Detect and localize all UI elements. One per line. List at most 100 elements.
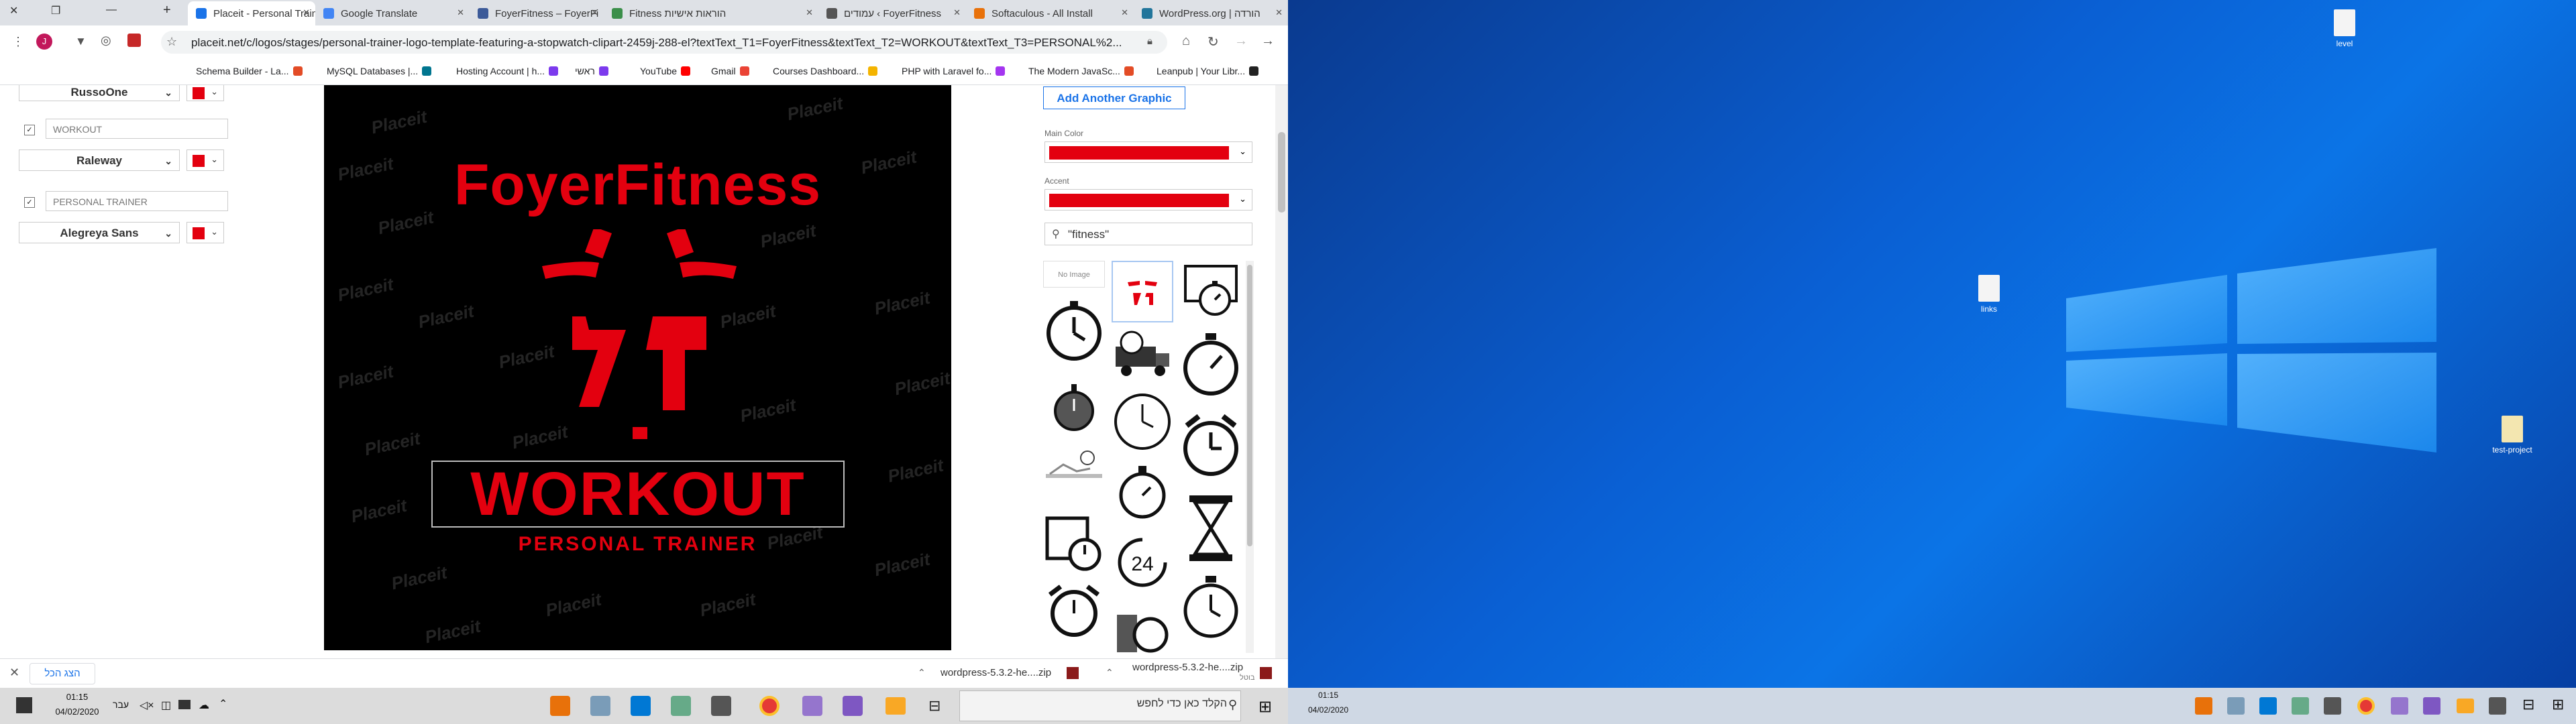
graphic-option[interactable] bbox=[1180, 410, 1242, 483]
page-scroll-thumb[interactable] bbox=[1278, 132, 1285, 213]
tab-fitness-instructions[interactable]: Fitness הוראות אישיות ✕ bbox=[604, 1, 818, 25]
grid-scrollbar[interactable] bbox=[1246, 261, 1254, 653]
onedrive-icon[interactable]: ☁ bbox=[199, 699, 209, 712]
profile-avatar[interactable]: J bbox=[36, 34, 52, 50]
graphic-option[interactable] bbox=[1043, 296, 1105, 361]
taskbar-app-icon[interactable] bbox=[2292, 697, 2309, 715]
color-select[interactable]: ⌄ bbox=[186, 222, 224, 243]
tab-pages[interactable]: עמודים ‹ FoyerFitness ✕ bbox=[818, 1, 966, 25]
url-text[interactable]: placeit.net/c/logos/stages/personal-trai… bbox=[191, 36, 1122, 50]
vscode-icon[interactable] bbox=[631, 696, 651, 716]
clock-time[interactable]: 01:15 bbox=[47, 692, 107, 702]
graphic-option[interactable] bbox=[1180, 491, 1242, 565]
taskbar-app-icon[interactable] bbox=[2227, 697, 2245, 715]
tab-google-translate[interactable]: Google Translate ✕ bbox=[315, 1, 470, 25]
taskbar-search-input[interactable]: הקלד כאן כדי לחפש ⚲ bbox=[959, 690, 1241, 721]
filter-extension-icon[interactable]: ▼ bbox=[75, 35, 87, 48]
close-tab-icon[interactable]: ✕ bbox=[303, 7, 310, 18]
close-tab-icon[interactable]: ✕ bbox=[457, 7, 464, 18]
bookmark-item[interactable]: PHP with Laravel fo... bbox=[902, 66, 1006, 76]
taskbar-app-icon[interactable] bbox=[2391, 697, 2408, 715]
bookmark-item[interactable]: YouTube bbox=[640, 66, 691, 76]
close-window-icon[interactable]: ✕ bbox=[9, 4, 18, 17]
tab-foyerfitness[interactable]: FoyerFitness – FoyerFi ✕ bbox=[470, 1, 604, 25]
graphic-option[interactable] bbox=[1112, 391, 1173, 452]
graphic-option[interactable] bbox=[1043, 511, 1105, 573]
taskbar-app-icon[interactable] bbox=[671, 696, 691, 716]
taskbar-app-icon[interactable] bbox=[2195, 697, 2212, 715]
graphic-search-input[interactable]: ⚲ "fitness" bbox=[1044, 223, 1252, 245]
windows-start-icon[interactable]: ⊞ bbox=[1258, 697, 1272, 717]
download-item[interactable]: ⌃ wordpress-5.3.2-he....zip bbox=[912, 659, 1087, 688]
reload-icon[interactable]: ↻ bbox=[1208, 34, 1219, 50]
volume-icon[interactable]: ◁× bbox=[140, 699, 154, 712]
graphic-option[interactable] bbox=[1180, 570, 1242, 644]
graphic-option[interactable] bbox=[1112, 601, 1173, 655]
color-select[interactable]: ⌄ bbox=[186, 85, 224, 101]
bookmark-item[interactable]: Courses Dashboard... bbox=[773, 66, 878, 76]
tab-softaculous[interactable]: Softaculous - All Install ✕ bbox=[966, 1, 1134, 25]
file-explorer-icon[interactable] bbox=[885, 697, 906, 715]
graphic-option-selected[interactable] bbox=[1112, 261, 1173, 322]
graphic-option[interactable]: 24 bbox=[1112, 532, 1173, 593]
taskbar-app-icon[interactable] bbox=[2489, 697, 2506, 715]
task-view-icon[interactable]: ⊟ bbox=[2522, 696, 2534, 713]
bookmark-item[interactable]: MySQL Databases |... bbox=[327, 66, 432, 76]
back-icon[interactable]: → bbox=[1261, 34, 1275, 49]
taskbar-app-icon[interactable] bbox=[802, 696, 822, 716]
taskbar-app-icon[interactable] bbox=[711, 696, 731, 716]
forward-icon[interactable]: → bbox=[1234, 34, 1248, 49]
add-graphic-button[interactable]: Add Another Graphic bbox=[1043, 86, 1185, 109]
taskbar-app-icon[interactable] bbox=[843, 696, 863, 716]
download-item[interactable]: ⌃ wordpress-5.3.2-he....zip בוטל bbox=[1100, 659, 1281, 688]
bookmark-item[interactable]: The Modern JavaSc... bbox=[1028, 66, 1134, 76]
graphic-option[interactable] bbox=[1043, 444, 1105, 491]
clock-date[interactable]: 04/02/2020 bbox=[47, 707, 107, 717]
desktop-icon-links[interactable]: links bbox=[1959, 275, 2019, 314]
checkbox-workout[interactable]: ✓ bbox=[24, 125, 35, 135]
bookmark-item[interactable]: Schema Builder - La... bbox=[196, 66, 303, 76]
font-select[interactable]: RussoOne ⌄ bbox=[19, 85, 180, 101]
color-select[interactable]: ⌄ bbox=[186, 149, 224, 171]
text-field-personal-trainer[interactable]: PERSONAL TRAINER bbox=[46, 191, 228, 211]
main-color-select[interactable]: ⌄ bbox=[1044, 141, 1252, 163]
network-icon[interactable]: ◫ bbox=[161, 699, 171, 712]
graphic-option[interactable] bbox=[1043, 581, 1105, 643]
accent-color-select[interactable]: ⌄ bbox=[1044, 189, 1252, 210]
taskbar-app-icon[interactable] bbox=[2423, 697, 2440, 715]
star-bookmark-icon[interactable]: ☆ bbox=[166, 35, 177, 49]
bookmark-item[interactable]: Gmail bbox=[711, 66, 749, 76]
notifications-icon[interactable] bbox=[16, 697, 32, 713]
clock-time[interactable]: 01:15 bbox=[1301, 690, 1355, 700]
font-select[interactable]: Raleway ⌄ bbox=[19, 149, 180, 171]
language-indicator[interactable]: עבר bbox=[113, 699, 129, 710]
taskbar-app-icon[interactable] bbox=[550, 696, 570, 716]
desktop-icon-test-project[interactable]: test-project bbox=[2482, 416, 2542, 455]
bookmark-item[interactable]: Leanpub | Your Libr... bbox=[1157, 66, 1259, 76]
desktop-icon-level[interactable]: level bbox=[2314, 9, 2375, 48]
close-tab-icon[interactable]: ✕ bbox=[1121, 7, 1128, 18]
battery-icon[interactable] bbox=[178, 700, 191, 709]
show-all-downloads-button[interactable]: הצג הכל bbox=[30, 663, 95, 684]
tab-wordpress-org[interactable]: WordPress.org | הורדה ✕ bbox=[1134, 1, 1288, 25]
bookmark-item[interactable]: ראשי bbox=[575, 66, 608, 76]
close-downloads-icon[interactable]: ✕ bbox=[9, 666, 19, 680]
chevron-up-icon[interactable]: ⌃ bbox=[1106, 667, 1114, 678]
graphic-option[interactable] bbox=[1112, 462, 1173, 524]
graphic-option[interactable] bbox=[1043, 380, 1105, 434]
graphic-option[interactable] bbox=[1180, 326, 1242, 400]
taskbar-app-icon[interactable] bbox=[2324, 697, 2341, 715]
chevron-up-icon[interactable]: ⌃ bbox=[918, 667, 926, 678]
close-tab-icon[interactable]: ✕ bbox=[591, 7, 598, 18]
task-view-icon[interactable]: ⊟ bbox=[928, 697, 941, 715]
vscode-icon[interactable] bbox=[2259, 697, 2277, 715]
clock-date[interactable]: 04/02/2020 bbox=[1301, 705, 1355, 715]
checkbox-personal-trainer[interactable]: ✓ bbox=[24, 197, 35, 208]
windows-start-icon[interactable]: ⊞ bbox=[2552, 696, 2564, 713]
graphic-option[interactable] bbox=[1112, 326, 1173, 380]
grid-scroll-thumb[interactable] bbox=[1247, 265, 1252, 546]
file-explorer-icon[interactable] bbox=[2457, 699, 2474, 713]
close-tab-icon[interactable]: ✕ bbox=[1275, 7, 1283, 18]
graphic-option[interactable] bbox=[1180, 261, 1242, 322]
font-select[interactable]: Alegreya Sans ⌄ bbox=[19, 222, 180, 243]
